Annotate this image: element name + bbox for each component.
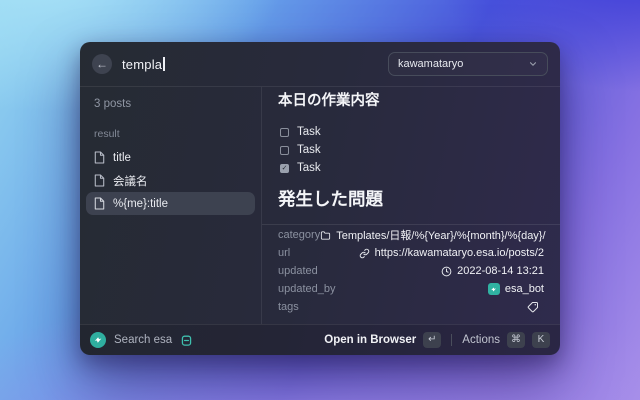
task-list: Task Task Task — [278, 123, 544, 177]
cmd-key-badge: ⌘ — [507, 332, 525, 348]
list-item[interactable]: title — [86, 146, 255, 169]
results-list: title 会議名 %{me}:title — [86, 146, 255, 215]
esa-logo-icon — [90, 332, 106, 348]
clock-icon — [441, 266, 452, 277]
metadata-row-updated-by: updated_by esa_bot — [278, 280, 544, 298]
metadata-label: updated — [278, 265, 318, 277]
back-button[interactable]: ← — [92, 54, 112, 74]
document-icon — [94, 174, 105, 187]
action-bar: Search esa Open in Browser ↵ Actions ⌘ K — [80, 324, 560, 355]
post-preview: 本日の作業内容 Task Task Task 発生した問題 — [262, 87, 560, 324]
task-label: Task — [297, 162, 321, 174]
tag-icon — [527, 301, 539, 313]
metadata-row-tags: tags — [278, 298, 544, 316]
results-sidebar: 3 posts result title 会議名 — [80, 87, 262, 324]
metadata-value: 2022-08-14 13:21 — [457, 265, 544, 277]
task-label: Task — [297, 144, 321, 156]
link-icon — [359, 248, 370, 259]
open-in-browser-button[interactable]: Open in Browser — [324, 334, 416, 346]
document-icon — [94, 197, 105, 210]
task-item: Task — [278, 159, 544, 177]
esa-bot-avatar — [488, 283, 500, 295]
posts-count: 3 posts — [86, 97, 255, 111]
team-dropdown[interactable]: kawamataryo — [388, 52, 548, 76]
chevron-down-icon — [528, 59, 538, 69]
footer-separator — [451, 334, 452, 346]
metadata-value: https://kawamataryo.esa.io/posts/2 — [375, 247, 544, 259]
search-bar: ← templa kawamataryo — [80, 42, 560, 87]
task-label: Task — [297, 126, 321, 138]
list-item-selected[interactable]: %{me}:title — [86, 192, 255, 215]
search-input[interactable]: templa — [122, 57, 388, 72]
k-key-badge: K — [532, 332, 550, 348]
list-item-label: title — [113, 152, 131, 164]
metadata-row-category: category Templates/日報/%{Year}/%{month}/%… — [278, 226, 544, 244]
metadata-value: Templates/日報/%{Year}/%{month}/%{day}/ — [336, 227, 545, 243]
metadata-value: esa_bot — [505, 283, 544, 295]
document-icon — [94, 151, 105, 164]
search-query: templa — [122, 57, 162, 72]
list-item[interactable]: 会議名 — [86, 169, 255, 192]
actions-menu-button[interactable]: Actions — [462, 334, 500, 346]
checkbox-checked-icon — [280, 164, 289, 173]
metadata-label: url — [278, 247, 290, 259]
list-item-label: %{me}:title — [113, 198, 168, 210]
preview-heading-problems: 発生した問題 — [278, 189, 544, 209]
task-item: Task — [278, 141, 544, 159]
metadata-label: category — [278, 229, 320, 241]
list-item-label: 会議名 — [113, 173, 148, 189]
metadata-row-updated: updated 2022-08-14 13:21 — [278, 262, 544, 280]
metadata-row-url: url https://kawamataryo.esa.io/posts/2 — [278, 244, 544, 262]
text-caret — [163, 57, 165, 71]
launcher-window: ← templa kawamataryo 3 posts result titl… — [80, 42, 560, 355]
metadata-panel: category Templates/日報/%{Year}/%{month}/%… — [278, 226, 544, 316]
footer-actions: Open in Browser ↵ Actions ⌘ K — [324, 332, 550, 348]
checkbox-unchecked-icon — [280, 128, 289, 137]
preview-heading-tasks: 本日の作業内容 — [278, 93, 544, 109]
enter-key-badge: ↵ — [423, 332, 441, 348]
task-item: Task — [278, 123, 544, 141]
folder-icon — [320, 230, 331, 241]
metadata-label: tags — [278, 301, 299, 313]
archive-icon — [180, 334, 193, 347]
window-body: 3 posts result title 会議名 — [80, 87, 560, 324]
metadata-label: updated_by — [278, 283, 336, 295]
team-dropdown-value: kawamataryo — [398, 58, 463, 70]
metadata-divider — [262, 224, 560, 225]
extension-name: Search esa — [114, 334, 172, 346]
checkbox-unchecked-icon — [280, 146, 289, 155]
section-header: result — [86, 128, 255, 141]
